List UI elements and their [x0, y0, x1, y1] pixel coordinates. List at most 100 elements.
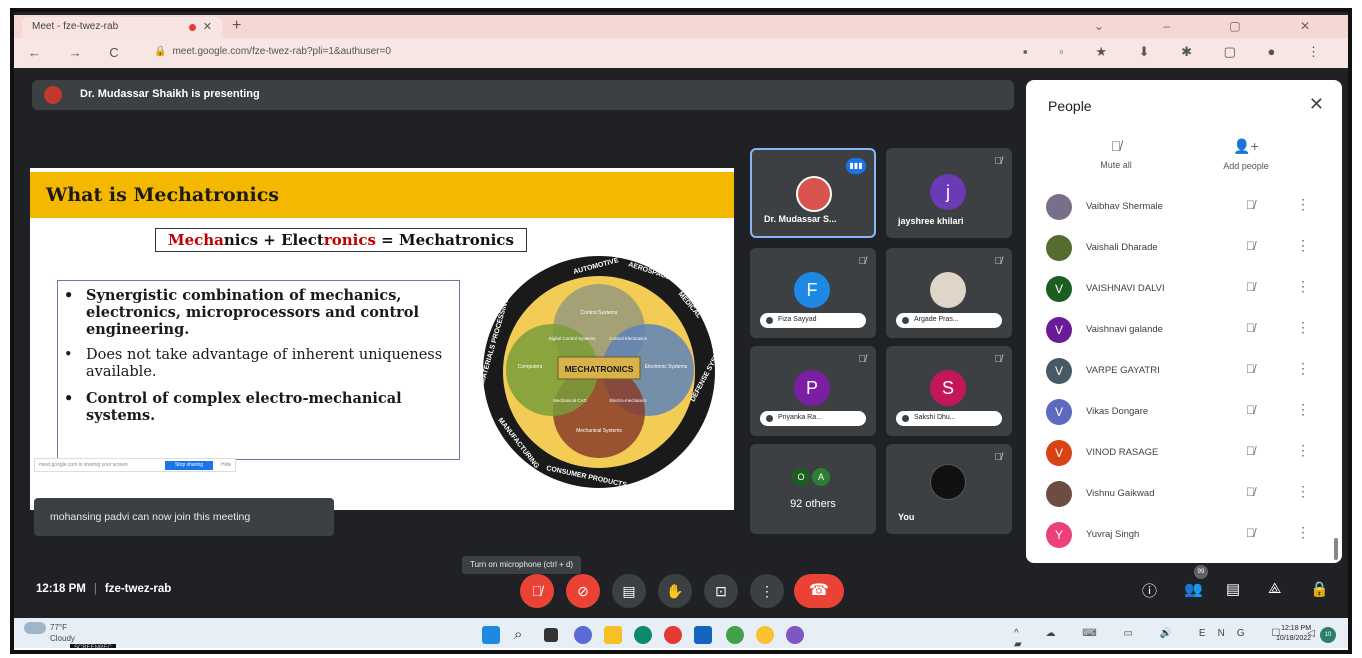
- camera-toggle-button[interactable]: ⊘: [566, 574, 600, 608]
- avatar: F: [794, 272, 830, 308]
- slide-bullets: Synergistic combination of mechanics, el…: [57, 280, 460, 460]
- system-clock[interactable]: 12:18 PM 10/18/2022: [1276, 624, 1311, 644]
- people-title: People: [1048, 98, 1092, 114]
- host-controls-icon[interactable]: 🔒: [1310, 580, 1329, 598]
- slide-title: What is Mechatronics: [46, 184, 279, 206]
- tile-dr-mudassar[interactable]: ▮▮▮ Dr. Mudassar S...: [750, 148, 876, 238]
- mic-off-icon: 🎙̸: [1246, 280, 1255, 294]
- chat-app-icon[interactable]: [574, 626, 592, 644]
- participant-name: Vaishali Dharade: [1086, 242, 1158, 253]
- tile-others[interactable]: O A 92 others: [750, 444, 876, 534]
- os-taskbar: 77°F Cloudy SCREENREC ⌕ ^ ☁ ⌨ ▭ 🔊 ENG ☐ ◁…: [14, 618, 1348, 652]
- weather-widget[interactable]: 77°F Cloudy: [24, 622, 75, 644]
- people-row[interactable]: V VINOD RASAGE 🎙̸ ⋮: [1046, 436, 1328, 470]
- tile-jayshree[interactable]: 🎙̸ j jayshree khilari: [886, 148, 1012, 238]
- people-row[interactable]: V VAISHNAVI DALVI 🎙̸ ⋮: [1046, 272, 1328, 306]
- people-scrollbar[interactable]: [1334, 538, 1338, 560]
- people-row[interactable]: Vishnu Gaikwad 🎙̸ ⋮: [1046, 477, 1328, 511]
- captions-button[interactable]: ▤: [612, 574, 646, 608]
- stop-sharing-button[interactable]: Stop sharing: [165, 461, 213, 470]
- system-time: 12:18 PM: [1281, 625, 1312, 632]
- more-options-icon[interactable]: ⋮: [1296, 401, 1310, 418]
- more-options-icon[interactable]: ⋮: [1296, 442, 1310, 459]
- raise-hand-button[interactable]: ✋: [658, 574, 692, 608]
- more-options-icon[interactable]: ⋮: [1296, 196, 1310, 213]
- present-icon: ⊡: [715, 583, 727, 599]
- present-button[interactable]: ⊡: [704, 574, 738, 608]
- people-row[interactable]: V Vaishnavi galande 🎙̸ ⋮: [1046, 313, 1328, 347]
- avatar-o: O: [792, 468, 810, 486]
- presenting-text: Dr. Mudassar Shaikh is presenting: [80, 88, 260, 100]
- chrome-other-icon[interactable]: [786, 626, 804, 644]
- people-row[interactable]: V Vikas Dongare 🎙̸ ⋮: [1046, 395, 1328, 429]
- avatar: Y: [1046, 522, 1072, 548]
- people-row[interactable]: Vaibhav Shermale 🎙̸ ⋮: [1046, 190, 1328, 224]
- extension-icons[interactable]: ▪ ◦ ★ ⬇ ✱ ▢ ● ⋮: [1023, 44, 1334, 60]
- avatar: V: [1046, 358, 1072, 384]
- browser-tab[interactable]: Meet - fze-twez-rab ✕: [22, 17, 222, 39]
- url-field[interactable]: 🔒 meet.google.com/fze-twez-rab?pli=1&auth…: [154, 46, 391, 57]
- more-options-icon[interactable]: ⋮: [1296, 483, 1310, 500]
- mechatronics-venn-diagram: MECHATRONICS Control Systems Electronic …: [479, 256, 728, 489]
- meet-stage: Dr. Mudassar Shaikh is presenting What i…: [14, 68, 1348, 618]
- participant-name: VINOD RASAGE: [1086, 447, 1159, 458]
- file-explorer-icon[interactable]: [604, 626, 622, 644]
- venn-label-control: Control Systems: [581, 310, 618, 316]
- nav-buttons[interactable]: ← → C: [28, 45, 131, 60]
- notification-badge[interactable]: 10: [1320, 627, 1336, 643]
- activities-icon[interactable]: ⟁: [1268, 580, 1281, 597]
- tile-priyanka[interactable]: 🎙̸ P Priyanka Ra...: [750, 346, 876, 436]
- venn-overlap-1: Digital Control Systems: [549, 336, 597, 341]
- tile-you[interactable]: 🎙̸ You: [886, 444, 1012, 534]
- tile-sakshi[interactable]: 🎙̸ S Sakshi Dhu...: [886, 346, 1012, 436]
- venn-label-computers: Computers: [518, 364, 543, 370]
- camera-off-icon: ⊘: [577, 583, 589, 599]
- avatar: S: [930, 370, 966, 406]
- mic-toggle-button[interactable]: 🎙̸: [520, 574, 554, 608]
- people-row[interactable]: V VARPE GAYATRI 🎙̸ ⋮: [1046, 354, 1328, 388]
- screenrec-watermark: SCREENREC: [70, 644, 116, 652]
- avatar: V: [1046, 440, 1072, 466]
- mic-off-icon: 🎙̸: [1246, 362, 1255, 376]
- chat-icon[interactable]: ▤: [1226, 580, 1240, 598]
- add-people-button[interactable]: 👤+ Add people: [1206, 138, 1286, 171]
- tile-fiza[interactable]: 🎙̸ F Fiza Sayyad: [750, 248, 876, 338]
- people-icon[interactable]: 👥: [1184, 580, 1203, 598]
- people-row[interactable]: Y Yuvraj Singh 🎙̸ ⋮: [1046, 518, 1328, 552]
- more-options-icon[interactable]: ⋮: [1296, 360, 1310, 377]
- window-controls[interactable]: ⌄ – ▢ ✕: [1094, 19, 1338, 33]
- more-options-icon[interactable]: ⋮: [1296, 237, 1310, 254]
- hide-button[interactable]: Hide: [221, 462, 231, 468]
- leave-call-button[interactable]: ☎: [794, 574, 844, 608]
- meeting-code: fze-twez-rab: [104, 583, 172, 595]
- slide-header: What is Mechatronics: [30, 172, 734, 218]
- chrome-icon[interactable]: [664, 626, 682, 644]
- task-view-icon[interactable]: [544, 628, 558, 642]
- people-row[interactable]: Vaishali Dharade 🎙̸ ⋮: [1046, 231, 1328, 265]
- participant-name: Yuvraj Singh: [1086, 529, 1140, 540]
- start-icon[interactable]: [482, 626, 500, 644]
- mute-all-button[interactable]: 🎙̸ Mute all: [1076, 138, 1156, 170]
- avatar: [930, 272, 966, 308]
- more-options-icon[interactable]: ⋮: [1296, 278, 1310, 295]
- info-icon[interactable]: ⓘ: [1142, 580, 1157, 601]
- more-options-icon[interactable]: ⋮: [1296, 319, 1310, 336]
- presenting-banner: Dr. Mudassar Shaikh is presenting: [32, 80, 1014, 110]
- formula-result: = Mechatronics: [375, 231, 514, 249]
- search-icon[interactable]: ⌕: [514, 626, 532, 644]
- new-tab-button[interactable]: +: [232, 17, 241, 35]
- mic-off-icon: 🎙̸: [994, 354, 1003, 365]
- chrome-alt-icon[interactable]: [756, 626, 774, 644]
- chrome-profile-icon[interactable]: [726, 626, 744, 644]
- formula-nics: nics +: [223, 231, 282, 249]
- close-icon[interactable]: ✕: [1309, 94, 1324, 115]
- venn-label-mechanical: Mechanical Systems: [576, 428, 622, 434]
- more-options-button[interactable]: ⋮: [750, 574, 784, 608]
- close-tab-icon[interactable]: ✕: [203, 20, 212, 33]
- tile-argade[interactable]: 🎙̸ Argade Pras...: [886, 248, 1012, 338]
- lock-icon: 🔒: [154, 46, 167, 57]
- edge-icon[interactable]: [634, 626, 652, 644]
- tile-name: You: [898, 512, 915, 522]
- store-icon[interactable]: [694, 626, 712, 644]
- more-options-icon[interactable]: ⋮: [1296, 524, 1310, 541]
